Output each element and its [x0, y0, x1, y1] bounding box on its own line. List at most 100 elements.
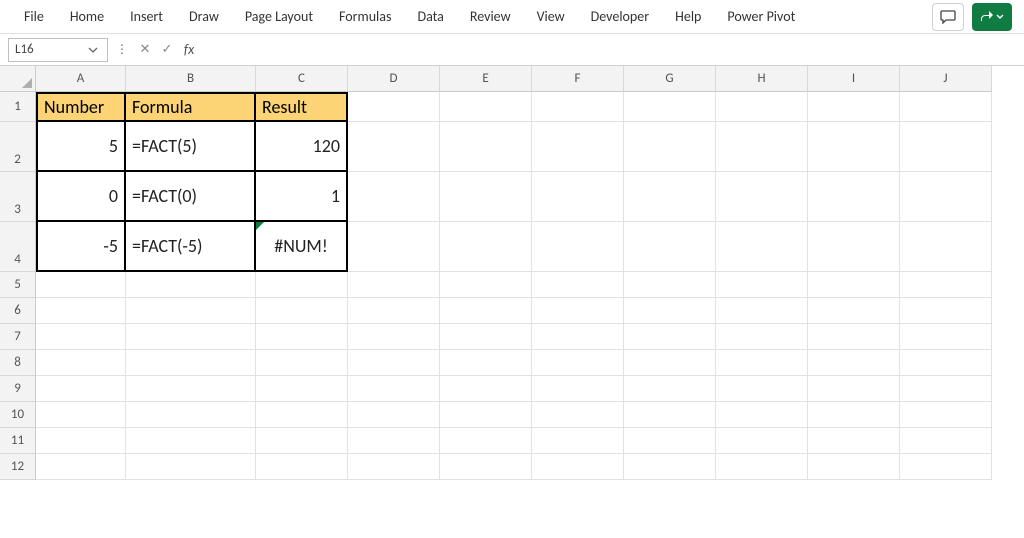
cell-B2[interactable]: =FACT(5) [126, 122, 256, 172]
cell-I7[interactable] [808, 324, 900, 350]
col-header-A[interactable]: A [36, 66, 126, 92]
cell-A11[interactable] [36, 428, 126, 454]
cell-A3[interactable]: 0 [36, 172, 126, 222]
col-header-B[interactable]: B [126, 66, 256, 92]
cell-F5[interactable] [532, 272, 624, 298]
cell-I10[interactable] [808, 402, 900, 428]
col-header-I[interactable]: I [808, 66, 900, 92]
row-header-5[interactable]: 5 [0, 272, 36, 298]
cell-I1[interactable] [808, 92, 900, 122]
cell-H3[interactable] [716, 172, 808, 222]
cell-C7[interactable] [256, 324, 348, 350]
cell-F6[interactable] [532, 298, 624, 324]
col-header-G[interactable]: G [624, 66, 716, 92]
cell-B4[interactable]: =FACT(-5) [126, 222, 256, 272]
cell-H2[interactable] [716, 122, 808, 172]
cell-G12[interactable] [624, 454, 716, 480]
cell-G11[interactable] [624, 428, 716, 454]
cell-C11[interactable] [256, 428, 348, 454]
cell-J1[interactable] [900, 92, 992, 122]
tab-review[interactable]: Review [458, 4, 523, 29]
cell-E8[interactable] [440, 350, 532, 376]
row-header-2[interactable]: 2 [0, 122, 36, 172]
cell-F3[interactable] [532, 172, 624, 222]
cell-B7[interactable] [126, 324, 256, 350]
cell-I11[interactable] [808, 428, 900, 454]
cell-D11[interactable] [348, 428, 440, 454]
col-header-H[interactable]: H [716, 66, 808, 92]
cell-J7[interactable] [900, 324, 992, 350]
cell-A12[interactable] [36, 454, 126, 480]
cell-E6[interactable] [440, 298, 532, 324]
cell-E1[interactable] [440, 92, 532, 122]
row-header-12[interactable]: 12 [0, 454, 36, 480]
cell-A1[interactable]: Number [36, 92, 126, 122]
cell-A2[interactable]: 5 [36, 122, 126, 172]
cell-C10[interactable] [256, 402, 348, 428]
cell-I2[interactable] [808, 122, 900, 172]
cell-E3[interactable] [440, 172, 532, 222]
cell-B6[interactable] [126, 298, 256, 324]
cell-B11[interactable] [126, 428, 256, 454]
cell-C6[interactable] [256, 298, 348, 324]
cell-D6[interactable] [348, 298, 440, 324]
cell-I4[interactable] [808, 222, 900, 272]
cell-I6[interactable] [808, 298, 900, 324]
cell-C5[interactable] [256, 272, 348, 298]
cell-D10[interactable] [348, 402, 440, 428]
cancel-icon[interactable]: ✕ [136, 41, 154, 59]
name-box-dropdown[interactable] [85, 45, 101, 55]
enter-icon[interactable]: ✓ [158, 41, 176, 59]
cell-H12[interactable] [716, 454, 808, 480]
cell-C1[interactable]: Result [256, 92, 348, 122]
tab-data[interactable]: Data [405, 4, 455, 29]
row-header-11[interactable]: 11 [0, 428, 36, 454]
row-header-3[interactable]: 3 [0, 172, 36, 222]
cell-G10[interactable] [624, 402, 716, 428]
fx-icon[interactable]: fx [180, 41, 198, 59]
tab-home[interactable]: Home [58, 4, 116, 29]
row-header-4[interactable]: 4 [0, 222, 36, 272]
cell-E7[interactable] [440, 324, 532, 350]
cell-E5[interactable] [440, 272, 532, 298]
cell-G9[interactable] [624, 376, 716, 402]
tab-view[interactable]: View [525, 4, 577, 29]
cell-J12[interactable] [900, 454, 992, 480]
cell-B12[interactable] [126, 454, 256, 480]
cell-F1[interactable] [532, 92, 624, 122]
cell-F2[interactable] [532, 122, 624, 172]
cell-B9[interactable] [126, 376, 256, 402]
cell-G2[interactable] [624, 122, 716, 172]
col-header-D[interactable]: D [348, 66, 440, 92]
cell-J5[interactable] [900, 272, 992, 298]
cell-H10[interactable] [716, 402, 808, 428]
cell-J3[interactable] [900, 172, 992, 222]
cell-F10[interactable] [532, 402, 624, 428]
cell-C2[interactable]: 120 [256, 122, 348, 172]
select-all-corner[interactable] [0, 66, 36, 92]
col-header-E[interactable]: E [440, 66, 532, 92]
cell-C4[interactable]: #NUM! [256, 222, 348, 272]
cell-G7[interactable] [624, 324, 716, 350]
cell-J9[interactable] [900, 376, 992, 402]
cell-E4[interactable] [440, 222, 532, 272]
cell-F7[interactable] [532, 324, 624, 350]
cell-J4[interactable] [900, 222, 992, 272]
cell-G4[interactable] [624, 222, 716, 272]
row-header-10[interactable]: 10 [0, 402, 36, 428]
cell-G1[interactable] [624, 92, 716, 122]
cell-J10[interactable] [900, 402, 992, 428]
cell-B10[interactable] [126, 402, 256, 428]
cell-D2[interactable] [348, 122, 440, 172]
cell-D1[interactable] [348, 92, 440, 122]
cell-A8[interactable] [36, 350, 126, 376]
cell-J11[interactable] [900, 428, 992, 454]
cell-F11[interactable] [532, 428, 624, 454]
cell-F8[interactable] [532, 350, 624, 376]
cell-C12[interactable] [256, 454, 348, 480]
cell-I3[interactable] [808, 172, 900, 222]
cell-I8[interactable] [808, 350, 900, 376]
cell-A7[interactable] [36, 324, 126, 350]
cell-I5[interactable] [808, 272, 900, 298]
cell-D7[interactable] [348, 324, 440, 350]
